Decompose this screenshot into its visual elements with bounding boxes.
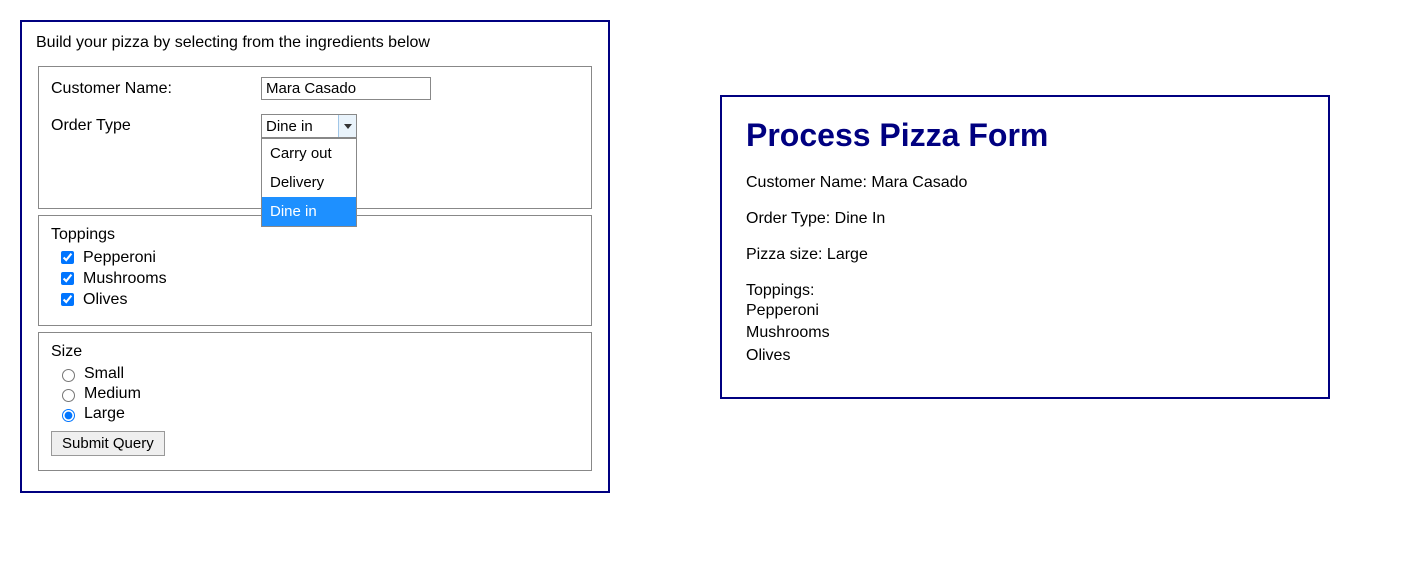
chevron-down-icon [338,115,356,137]
submit-button[interactable]: Submit Query [51,431,165,456]
order-type-dropdown-list: Carry out Delivery Dine in [261,138,357,227]
toppings-heading: Toppings [51,226,579,244]
topping-olives-checkbox[interactable] [61,293,74,306]
toppings-section: Toppings Pepperoni Mushrooms Olives [38,215,592,326]
size-small-radio[interactable] [62,369,75,382]
size-large-radio[interactable] [62,409,75,422]
instruction-text: Build your pizza by selecting from the i… [36,34,594,52]
result-topping-0: Pepperoni [746,300,1304,322]
topping-olives-label: Olives [83,291,127,309]
customer-name-input[interactable] [261,77,431,100]
result-panel: Process Pizza Form Customer Name: Mara C… [720,95,1330,399]
result-topping-2: Olives [746,345,1304,367]
size-large-label: Large [84,405,125,423]
order-type-dropdown[interactable]: Dine in [261,114,357,138]
order-type-selected: Dine in [262,118,338,135]
result-customer: Customer Name: Mara Casado [746,174,1304,192]
topping-mushrooms-checkbox[interactable] [61,272,74,285]
size-medium-radio[interactable] [62,389,75,402]
order-type-label: Order Type [51,117,261,135]
topping-mushrooms-label: Mushrooms [83,270,167,288]
result-title: Process Pizza Form [746,117,1304,154]
result-order-type: Order Type: Dine In [746,210,1304,228]
customer-section: Customer Name: Order Type Dine in Carry … [38,66,592,209]
pizza-form-panel: Build your pizza by selecting from the i… [20,20,610,493]
topping-pepperoni-label: Pepperoni [83,249,156,267]
size-small-label: Small [84,365,124,383]
size-section: Size Small Medium Large Submit Query [38,332,592,471]
size-heading: Size [51,343,579,361]
customer-name-label: Customer Name: [51,80,261,98]
result-toppings-list: Pepperoni Mushrooms Olives [746,300,1304,367]
order-type-option-delivery[interactable]: Delivery [262,168,356,197]
size-medium-label: Medium [84,385,141,403]
order-type-option-carryout[interactable]: Carry out [262,139,356,168]
result-size: Pizza size: Large [746,246,1304,264]
order-type-option-dinein[interactable]: Dine in [262,197,356,226]
result-topping-1: Mushrooms [746,322,1304,344]
topping-pepperoni-checkbox[interactable] [61,251,74,264]
result-toppings-label: Toppings: [746,282,1304,300]
